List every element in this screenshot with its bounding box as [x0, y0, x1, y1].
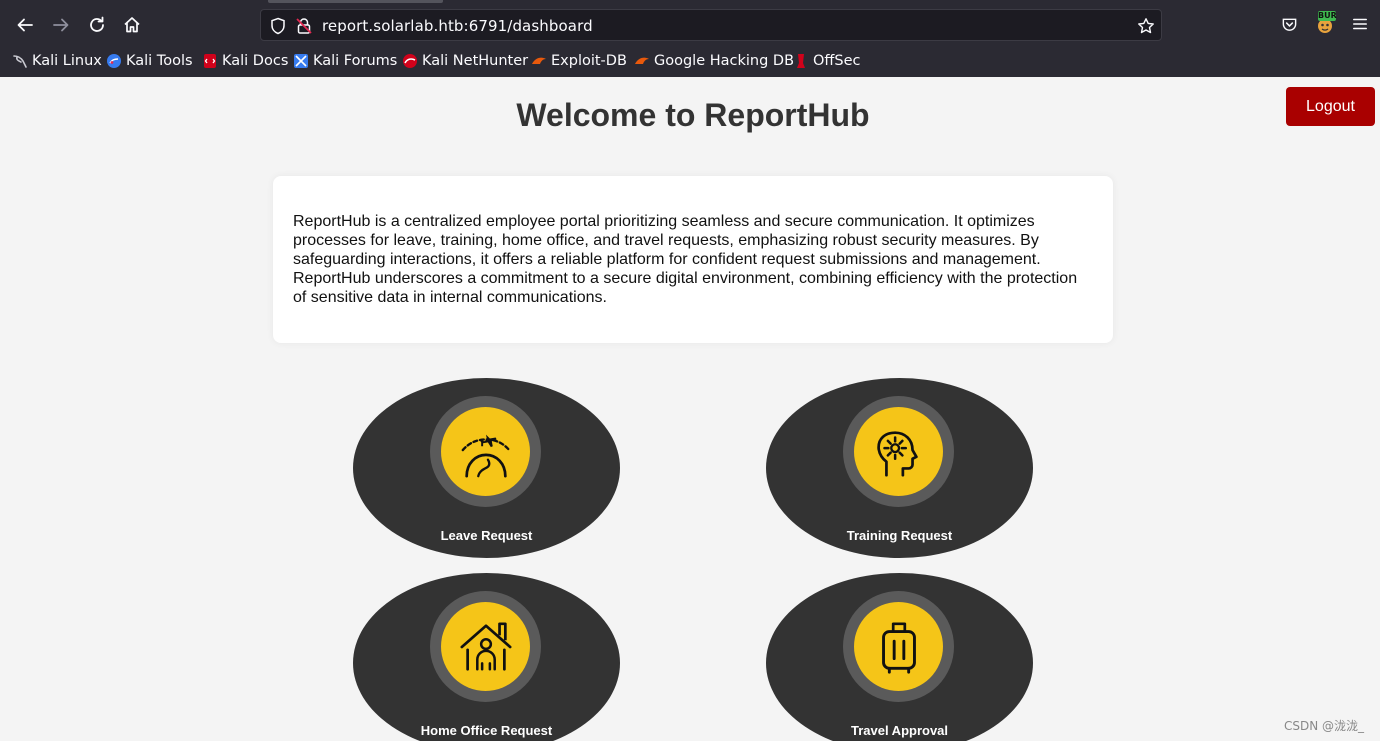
home-button[interactable] [118, 11, 146, 39]
bookmark-offsec[interactable]: OffSec [793, 50, 861, 72]
pocket-button[interactable] [1278, 13, 1300, 35]
url-text[interactable]: report.solarlab.htb:6791/dashboard [322, 17, 593, 35]
bookmark-kali-nethunter[interactable]: Kali NetHunter [402, 50, 528, 72]
training-request-tile[interactable]: Training Request [766, 378, 1033, 558]
back-arrow-icon [17, 18, 33, 32]
active-tab-indicator [268, 0, 443, 3]
bookmark-label: Kali Linux [32, 53, 102, 69]
airplane-globe-icon [461, 434, 510, 478]
head-gear-icon [876, 430, 918, 477]
bookmark-label: Kali NetHunter [422, 53, 529, 69]
bookmark-kali-docs[interactable]: Kali Docs [202, 50, 288, 72]
bookmark-label: Kali Tools [126, 53, 193, 69]
home-icon [124, 17, 140, 33]
bookmark-kali-linux[interactable]: Kali Linux [12, 50, 102, 72]
watermark: CSDN @泷泷_ [1284, 719, 1365, 733]
bookmark-label: Google Hacking DB [654, 53, 795, 69]
bookmark-label: Kali Forums [313, 53, 398, 69]
ghdb-icon [635, 57, 649, 64]
kali-forums-icon [294, 54, 308, 68]
intro-card: ReportHub is a centralized employee port… [273, 176, 1113, 343]
intro-text: ReportHub is a centralized employee port… [293, 213, 1078, 306]
bookmarks-bar: Kali Linux Kali Tools Kali Docs Kali For… [0, 48, 1380, 74]
kali-dragon-icon [13, 55, 27, 68]
shield-icon[interactable] [269, 17, 287, 35]
pocket-icon [1282, 18, 1296, 31]
icon-disc [441, 602, 530, 691]
bookmark-star-icon[interactable] [1137, 17, 1155, 35]
back-button[interactable] [11, 11, 39, 39]
forward-arrow-icon [53, 18, 69, 32]
kali-tools-icon [107, 54, 121, 68]
hamburger-menu-icon [1353, 18, 1367, 30]
home-office-request-tile[interactable]: Home Office Request [353, 573, 620, 741]
bookmark-kali-forums[interactable]: Kali Forums [293, 50, 397, 72]
leave-request-tile[interactable]: Leave Request [353, 378, 620, 558]
tile-label: Leave Request [440, 528, 533, 543]
kali-docs-icon [204, 54, 216, 68]
luggage-icon [881, 621, 916, 674]
burp-badge: BUR [1318, 11, 1337, 21]
reload-button[interactable] [83, 11, 111, 39]
reload-icon [90, 16, 104, 32]
insecure-lock-icon[interactable] [295, 17, 313, 35]
bookmark-kali-tools[interactable]: Kali Tools [106, 50, 193, 72]
browser-toolbar: report.solarlab.htb:6791/dashboard BUR K… [0, 0, 1380, 77]
address-bar[interactable]: report.solarlab.htb:6791/dashboard [260, 9, 1162, 41]
tile-label: Travel Approval [850, 723, 949, 738]
tile-label: Training Request [846, 528, 953, 543]
bookmark-label: OffSec [813, 53, 861, 69]
page-title: Welcome to ReportHub [516, 97, 870, 133]
nethunter-icon [403, 54, 417, 68]
icon-disc [854, 407, 943, 496]
icon-disc [854, 602, 943, 691]
dashboard-page: Welcome to ReportHub Logout ReportHub is… [0, 77, 1380, 741]
logout-button[interactable]: Logout [1286, 87, 1375, 126]
offsec-icon [797, 54, 805, 68]
tile-label: Home Office Request [420, 723, 553, 738]
bookmark-label: Exploit-DB [551, 53, 627, 69]
menu-button[interactable] [1349, 13, 1371, 35]
bookmark-label: Kali Docs [222, 53, 289, 69]
travel-approval-tile[interactable]: Travel Approval [766, 573, 1033, 741]
bookmark-google-hacking-db[interactable]: Google Hacking DB [634, 50, 794, 72]
bookmark-exploit-db[interactable]: Exploit-DB [531, 50, 627, 72]
icon-disc [441, 407, 530, 496]
exploit-db-icon [532, 57, 546, 64]
house-person-icon [459, 621, 512, 671]
forward-button[interactable] [47, 11, 75, 39]
